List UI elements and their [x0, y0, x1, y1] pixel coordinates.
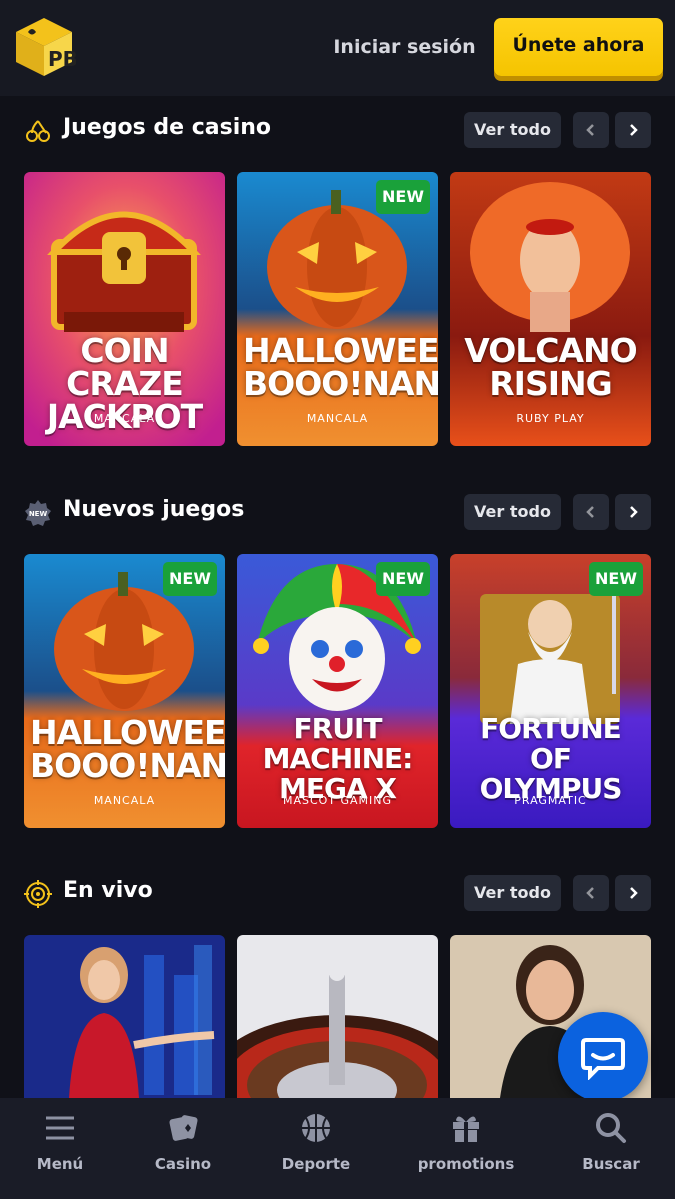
carousel-prev-button[interactable] — [573, 494, 609, 530]
nav-label: Deporte — [281, 1155, 351, 1173]
game-card-volcano-rising[interactable]: VOLCANO RISING RUBY PLAY — [450, 172, 651, 446]
new-badge: NEW — [589, 562, 643, 596]
game-provider: MASCOT GAMING — [282, 794, 393, 807]
chevron-left-icon — [586, 124, 594, 136]
game-card-fruit-machine-mega-x[interactable]: NEW FRUIT MACHINE: MEGA X MASCOT GAMING — [237, 554, 438, 828]
game-title: HALLOWEEN BOOO!NANZA — [243, 331, 438, 403]
game-provider: RUBY PLAY — [516, 412, 585, 425]
top-header: PB Iniciar sesión Únete ahora — [0, 0, 675, 96]
nav-item-promotions[interactable]: promotions — [401, 1098, 531, 1199]
live-dealer-artwork — [24, 935, 225, 1098]
join-now-button[interactable]: Únete ahora — [494, 18, 663, 76]
carousel-prev-button[interactable] — [573, 875, 609, 911]
carousel-prev-button[interactable] — [573, 112, 609, 148]
nav-label: Buscar — [582, 1155, 640, 1173]
view-all-button[interactable]: Ver todo — [464, 494, 561, 530]
live-game-card[interactable] — [24, 935, 225, 1098]
nav-label: Menú — [36, 1155, 84, 1173]
brand-logo[interactable]: PB — [12, 14, 76, 78]
carousel-next-button[interactable] — [615, 494, 651, 530]
nav-item-menu[interactable]: Menú — [0, 1098, 125, 1199]
game-title: FRUIT MACHINE: MEGA X — [262, 712, 414, 805]
basketball-icon — [302, 1114, 330, 1142]
game-artwork — [450, 172, 651, 446]
nav-item-sports[interactable]: Deporte — [251, 1098, 381, 1199]
section-casino-games-header: Juegos de casino Ver todo — [0, 111, 675, 151]
game-card-halloween-boonanza[interactable]: NEW HALLOWEEN BOOO!NANZA MANCALA — [237, 172, 438, 446]
section-live-header: En vivo Ver todo — [0, 874, 675, 914]
menu-icon — [46, 1116, 74, 1140]
section-title: En vivo — [63, 878, 153, 903]
nav-label: promotions — [417, 1155, 515, 1173]
game-provider: MANCALA — [306, 412, 369, 425]
section-new-games-header: NEW Nuevos juegos Ver todo — [0, 493, 675, 533]
game-provider: PRAGMATIC — [514, 794, 587, 807]
nav-item-casino[interactable]: Casino — [118, 1098, 248, 1199]
carousel-next-button[interactable] — [615, 112, 651, 148]
live-game-card[interactable] — [237, 935, 438, 1098]
new-badge: NEW — [376, 180, 430, 214]
search-icon — [596, 1113, 626, 1143]
game-title: VOLCANO RISING — [464, 331, 637, 403]
carousel-next-button[interactable] — [615, 875, 651, 911]
login-button[interactable]: Iniciar sesión — [332, 30, 477, 64]
page: PB Iniciar sesión Únete ahora Juegos de … — [0, 0, 675, 1199]
logo-letter: PB — [48, 47, 76, 71]
chevron-right-icon — [630, 887, 638, 899]
chevron-right-icon — [630, 124, 638, 136]
bottom-navigation: Menú Casino Deporte promotions Buscar — [0, 1098, 675, 1199]
gift-icon — [453, 1116, 479, 1142]
section-title: Nuevos juegos — [63, 497, 245, 522]
new-badge-icon: NEW — [25, 500, 51, 526]
game-card-halloween-boonanza[interactable]: NEW HALLOWEEN BOOO!NANZA MANCALA — [24, 554, 225, 828]
game-card-coin-craze-jackpot[interactable]: COIN CRAZE JACKPOT MANCALA — [24, 172, 225, 446]
nav-label: Casino — [154, 1155, 212, 1173]
section-title: Juegos de casino — [63, 115, 272, 140]
live-chat-button[interactable] — [558, 1012, 648, 1102]
new-badge: NEW — [163, 562, 217, 596]
game-provider: MANCALA — [93, 794, 156, 807]
game-title: HALLOWEEN BOOO!NANZA — [30, 713, 225, 785]
nav-item-search[interactable]: Buscar — [546, 1098, 675, 1199]
game-card-fortune-of-olympus[interactable]: NEW FORTUNE OF OLYMPUS PRAGMATIC — [450, 554, 651, 828]
new-badge: NEW — [376, 562, 430, 596]
live-target-icon — [24, 880, 52, 908]
chevron-left-icon — [586, 887, 594, 899]
chevron-left-icon — [586, 506, 594, 518]
view-all-button[interactable]: Ver todo — [464, 112, 561, 148]
game-title: FORTUNE OF OLYMPUS — [479, 712, 623, 805]
chat-bubble-icon — [581, 1038, 625, 1080]
cards-icon — [169, 1115, 198, 1141]
new-badge-icon-text: NEW — [29, 510, 48, 518]
view-all-button[interactable]: Ver todo — [464, 875, 561, 911]
roulette-artwork — [237, 935, 438, 1098]
cherries-icon — [26, 120, 50, 142]
game-provider: MANCALA — [93, 412, 156, 425]
chevron-right-icon — [630, 506, 638, 518]
